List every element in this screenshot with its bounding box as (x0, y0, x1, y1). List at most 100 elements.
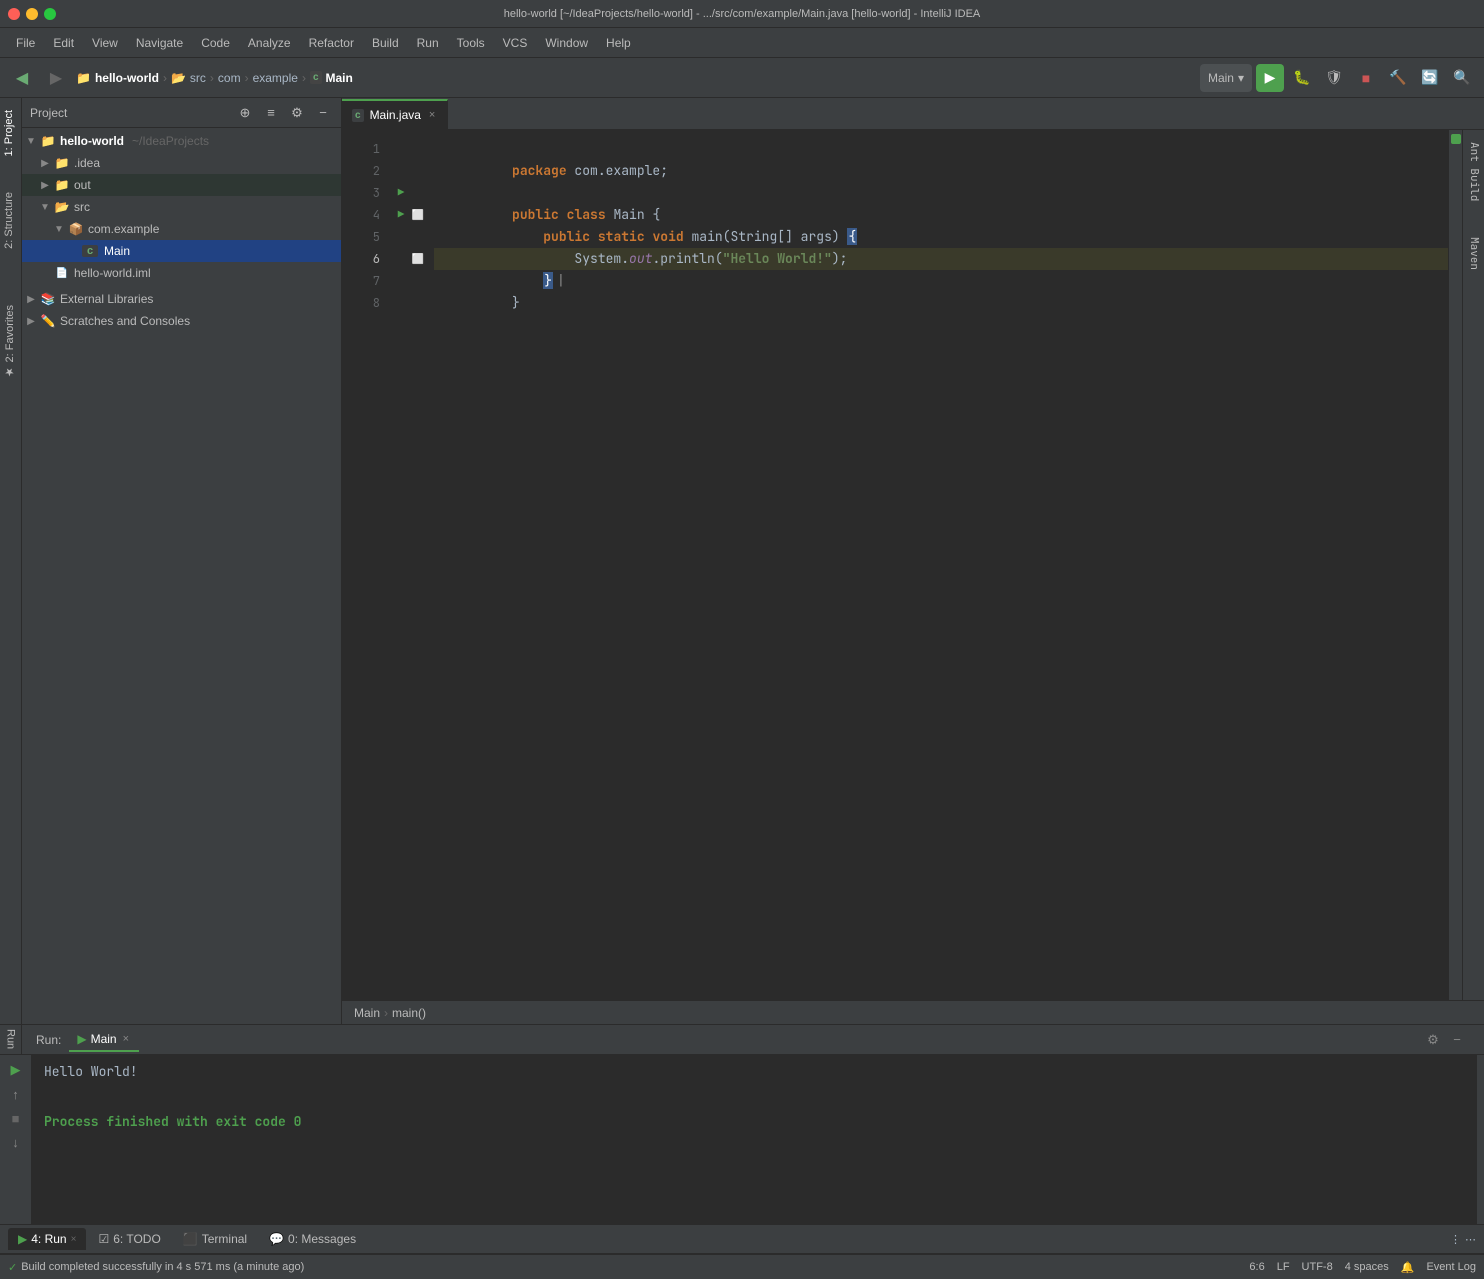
run-scroll-down-btn[interactable]: ↓ (5, 1131, 27, 1153)
run-gutter-4[interactable]: ▶ (392, 204, 410, 226)
debug-button[interactable]: 🐛 (1288, 64, 1316, 92)
close-brace-highlight: } (543, 272, 553, 289)
tree-iml[interactable]: ▶ 📄 hello-world.iml (22, 262, 341, 284)
tree-src[interactable]: ▼ 📂 src (22, 196, 341, 218)
code-indent5: System. (512, 250, 629, 267)
tree-iml-label: hello-world.iml (74, 266, 151, 280)
tree-extlibs-label: External Libraries (60, 292, 153, 306)
sidebar-tab-structure[interactable]: 2: Structure (0, 184, 21, 257)
code-content[interactable]: package com.example; public class Main {… (426, 130, 1448, 1000)
run-line3-icon[interactable]: ▶ (398, 182, 405, 204)
bottom-tab-messages[interactable]: 💬 0: Messages (259, 1228, 366, 1250)
nav-forward-button[interactable]: ▶ (42, 64, 70, 92)
maximize-button[interactable] (44, 8, 56, 20)
menu-build[interactable]: Build (364, 32, 407, 54)
fold-7 (410, 270, 426, 292)
bottom-tab-run[interactable]: ▶ 4: Run × (8, 1228, 86, 1250)
sidebar-tab-favorites[interactable]: ★ 2: Favorites (0, 297, 21, 387)
breadcrumb-src[interactable]: src (190, 71, 206, 85)
status-position[interactable]: 6:6 (1249, 1261, 1264, 1273)
maven-tab[interactable]: Maven (1463, 229, 1484, 278)
tree-scratches[interactable]: ▶ ✏️ Scratches and Consoles (22, 310, 341, 332)
run-restart-btn[interactable]: ▶ (5, 1059, 27, 1081)
gutter-ok-icon (1451, 134, 1461, 144)
status-linesep[interactable]: LF (1277, 1261, 1290, 1273)
run-gutter-8 (392, 292, 410, 314)
close-button[interactable] (8, 8, 20, 20)
tree-package[interactable]: ▼ 📦 com.example (22, 218, 341, 240)
menu-navigate[interactable]: Navigate (128, 32, 191, 54)
minimize-button[interactable] (26, 8, 38, 20)
nav-back-button[interactable]: ◀ (8, 64, 36, 92)
tree-main-java[interactable]: ▶ c Main (22, 240, 341, 262)
ln-3: 3 (342, 182, 392, 204)
tree-external-libs[interactable]: ▶ 📚 External Libraries (22, 288, 341, 310)
collapse-all-button[interactable]: ≡ (261, 103, 281, 123)
fold-4[interactable]: ⬜ (410, 204, 426, 226)
menu-view[interactable]: View (84, 32, 126, 54)
run-gutter-6 (392, 248, 410, 270)
ant-build-tab[interactable]: Ant Build (1463, 134, 1484, 209)
fold-4-icon[interactable]: ⬜ (412, 204, 424, 226)
menu-file[interactable]: File (8, 32, 43, 54)
tree-root[interactable]: ▼ 📁 hello-world ~/IdeaProjects (22, 130, 341, 152)
run-config-selector[interactable]: Main ▾ (1200, 64, 1252, 92)
extlibs-arrow: ▶ (26, 294, 36, 305)
fold-6[interactable]: ⬜ (410, 248, 426, 270)
event-log-label[interactable]: Event Log (1426, 1261, 1476, 1273)
run-tab-close[interactable]: × (121, 1032, 131, 1046)
breadcrumb-com[interactable]: com (218, 71, 241, 85)
window-controls[interactable] (8, 8, 56, 20)
run-tab-close-bottom[interactable]: × (71, 1234, 77, 1245)
menu-tools[interactable]: Tools (449, 32, 493, 54)
run-scroll-up-btn[interactable]: ↑ (5, 1083, 27, 1105)
menu-help[interactable]: Help (598, 32, 639, 54)
status-indent[interactable]: 4 spaces (1345, 1261, 1389, 1273)
run-scrollbar[interactable] (1476, 1055, 1484, 1224)
expand-less-icon[interactable]: ⋯ (1465, 1233, 1476, 1246)
menu-window[interactable]: Window (537, 32, 596, 54)
tab-close-button[interactable]: × (427, 108, 437, 122)
status-encoding[interactable]: UTF-8 (1302, 1261, 1333, 1273)
stop-button[interactable]: ■ (1352, 64, 1380, 92)
tree-out[interactable]: ▶ 📁 out (22, 174, 341, 196)
fold-6-icon[interactable]: ⬜ (412, 248, 424, 270)
code-editor[interactable]: 1 2 3 4 5 6 7 8 ▶ ▶ (342, 130, 1484, 1000)
run-stop-btn[interactable]: ■ (5, 1107, 27, 1129)
main-area: 1: Project 2: Structure ★ 2: Favorites P… (0, 98, 1484, 1024)
bottom-tab-todo[interactable]: ☑ 6: TODO (88, 1228, 170, 1250)
search-everywhere-button[interactable]: 🔍 (1448, 64, 1476, 92)
menu-bar: File Edit View Navigate Code Analyze Ref… (0, 28, 1484, 58)
build-project-button[interactable]: 🔨 (1384, 64, 1412, 92)
code-println: .println( (652, 250, 722, 267)
locate-file-button[interactable]: ⊕ (235, 103, 255, 123)
breadcrumb-main[interactable]: Main (326, 71, 353, 85)
panel-header: Project ⊕ ≡ ⚙ − (22, 98, 341, 128)
bottom-tab-terminal[interactable]: ⬛ Terminal (173, 1228, 257, 1250)
run-gutter-3[interactable]: ▶ (392, 182, 410, 204)
breadcrumb-example[interactable]: example (253, 71, 298, 85)
code-closeparen: ); (832, 250, 848, 267)
panel-close-button[interactable]: − (313, 103, 333, 123)
run-minimize-btn[interactable]: − (1446, 1029, 1468, 1051)
menu-edit[interactable]: Edit (45, 32, 82, 54)
space2 (590, 228, 598, 245)
menu-code[interactable]: Code (193, 32, 238, 54)
sync-button[interactable]: 🔄 (1416, 64, 1444, 92)
expand-more-icon[interactable]: ⋮ (1450, 1233, 1461, 1246)
menu-analyze[interactable]: Analyze (240, 32, 299, 54)
run-settings-btn[interactable]: ⚙ (1422, 1029, 1444, 1051)
run-line4-icon[interactable]: ▶ (398, 204, 405, 226)
sidebar-tab-project[interactable]: 1: Project (0, 102, 21, 164)
run-tab-main[interactable]: ▶ Main × (69, 1028, 139, 1052)
panel-settings-button[interactable]: ⚙ (287, 103, 307, 123)
breadcrumb-project[interactable]: hello-world (95, 71, 159, 85)
tree-idea[interactable]: ▶ 📁 .idea (22, 152, 341, 174)
menu-refactor[interactable]: Refactor (301, 32, 362, 54)
editor-tab-main[interactable]: c Main.java × (342, 99, 448, 129)
menu-run[interactable]: Run (409, 32, 447, 54)
code-out: out (629, 250, 652, 267)
coverage-button[interactable]: 🛡 (1320, 64, 1348, 92)
menu-vcs[interactable]: VCS (495, 32, 536, 54)
run-button[interactable]: ▶ (1256, 64, 1284, 92)
